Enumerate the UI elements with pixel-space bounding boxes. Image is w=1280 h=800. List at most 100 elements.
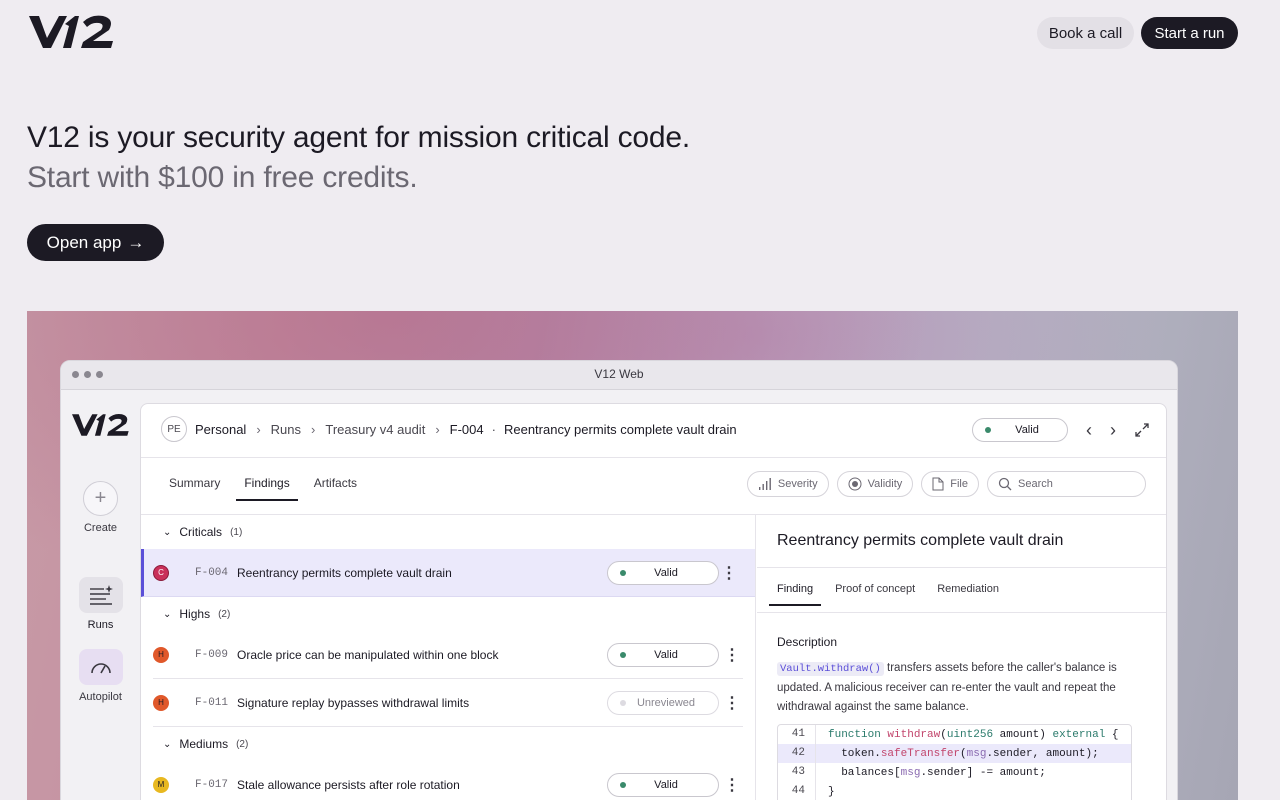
rail-runs[interactable]: Runs: [61, 577, 140, 631]
table-row[interactable]: M F-017 Stale allowance persists after r…: [153, 761, 743, 800]
app-window: V12 Web + Create Runs Autopilot PE Perso…: [60, 360, 1178, 800]
detail-tabs: Finding Proof of concept Remediation: [769, 577, 1007, 606]
rail-create[interactable]: + Create: [61, 481, 140, 534]
rail-autopilot[interactable]: Autopilot: [61, 649, 140, 703]
rail-runs-label: Runs: [87, 619, 114, 631]
chevron-right-icon: ›: [435, 421, 440, 437]
file-icon: [932, 477, 944, 491]
side-rail: + Create Runs Autopilot: [61, 390, 140, 800]
severity-badge: M: [153, 776, 169, 793]
description-heading: Description: [777, 635, 838, 649]
chevron-down-icon: ⌄: [163, 738, 172, 750]
finding-title: Stale allowance persists after role rota…: [237, 777, 460, 792]
chevron-down-icon: ⌄: [163, 526, 172, 538]
status-label: Valid: [1015, 424, 1039, 436]
crumb-project[interactable]: Treasury v4 audit: [325, 422, 425, 437]
group-header-mediums[interactable]: ⌄ Mediums (2): [141, 727, 755, 761]
description-text: Vault.withdraw() transfers assets before…: [777, 659, 1137, 717]
findings-list: ⌄ Criticals (1) C F-004 Reentrancy permi…: [141, 515, 756, 800]
more-icon[interactable]: ⋮: [721, 563, 737, 583]
validity-filter[interactable]: Validity: [836, 471, 914, 497]
severity-filter-label: Severity: [777, 478, 818, 490]
crumb-runs[interactable]: Runs: [271, 422, 301, 437]
group-header-highs[interactable]: ⌄ Highs (2): [141, 597, 755, 631]
rail-autopilot-label: Autopilot: [79, 691, 122, 703]
main-panel: PE Personal › Runs › Treasury v4 audit ›…: [140, 403, 1167, 800]
v12-logo[interactable]: [29, 14, 115, 50]
finding-detail: Reentrancy permits complete vault drain …: [757, 515, 1166, 800]
severity-badge: H: [153, 646, 169, 663]
group-label: Criticals: [179, 525, 223, 539]
table-row[interactable]: H F-009 Oracle price can be manipulated …: [153, 631, 743, 679]
tab-proof-of-concept[interactable]: Proof of concept: [827, 577, 923, 606]
detail-title: Reentrancy permits complete vault drain: [777, 532, 1064, 549]
code-line: 44}: [778, 782, 1131, 800]
row-status[interactable]: Unreviewed: [607, 690, 719, 715]
row-status-label: Valid: [654, 778, 678, 791]
tab-findings[interactable]: Findings: [236, 470, 298, 501]
chevron-right-icon[interactable]: ›: [1110, 420, 1116, 441]
crumb-finding-id: F-004: [449, 421, 484, 437]
detail-tabs-divider: [757, 612, 1166, 613]
gauge-icon: [78, 649, 123, 685]
plus-icon: +: [83, 481, 118, 516]
expand-icon[interactable]: [1134, 422, 1150, 438]
open-app-button[interactable]: Open app →: [27, 224, 164, 261]
search-placeholder: Search: [1018, 478, 1053, 490]
start-run-button[interactable]: Start a run: [1141, 17, 1238, 49]
tab-remediation[interactable]: Remediation: [929, 577, 1007, 606]
finding-title: Reentrancy permits complete vault drain: [237, 565, 452, 580]
top-nav: Book a call Start a run: [0, 0, 1280, 66]
group-count: (1): [230, 526, 243, 538]
code-line-highlighted: 42 token.safeTransfer(msg.sender, amount…: [778, 744, 1131, 763]
finding-id: F-011: [195, 696, 229, 709]
row-status-label: Unreviewed: [636, 696, 696, 709]
header-actions: Valid ‹ ›: [972, 418, 1150, 442]
table-row[interactable]: H F-011 Signature replay bypasses withdr…: [153, 679, 743, 727]
row-status-label: Valid: [654, 566, 678, 579]
row-status[interactable]: Valid: [607, 772, 719, 797]
tab-finding[interactable]: Finding: [769, 577, 822, 606]
more-icon[interactable]: ⋮: [724, 693, 740, 713]
tab-artifacts[interactable]: Artifacts: [306, 470, 365, 501]
crumb-workspace[interactable]: Personal: [195, 422, 246, 437]
severity-filter[interactable]: Severity: [746, 471, 829, 497]
row-status[interactable]: Valid: [607, 642, 719, 667]
v12-logo-small[interactable]: [72, 412, 130, 438]
crumb-finding-title: Reentrancy permits complete vault drain: [503, 421, 737, 437]
crumb-separator: ·: [491, 421, 496, 437]
search-input[interactable]: Search: [987, 471, 1146, 497]
line-number: 41: [778, 725, 816, 744]
more-icon[interactable]: ⋮: [724, 775, 740, 795]
window-titlebar: V12 Web: [61, 361, 1177, 390]
code-text: balances[msg.sender] -= amount;: [828, 766, 1046, 779]
code-text: function withdraw(uint256 amount) extern…: [828, 728, 1119, 741]
file-filter[interactable]: File: [921, 471, 979, 497]
status-dropdown[interactable]: Valid: [972, 418, 1068, 442]
chevron-left-icon[interactable]: ‹: [1086, 420, 1092, 441]
group-label: Mediums: [179, 737, 229, 751]
line-number: 44: [778, 782, 816, 800]
group-header-criticals[interactable]: ⌄ Criticals (1): [141, 515, 755, 549]
row-status[interactable]: Valid: [607, 560, 719, 585]
book-call-button[interactable]: Book a call: [1037, 17, 1134, 49]
group-count: (2): [236, 738, 249, 750]
severity-badge: H: [153, 694, 169, 711]
line-number: 43: [778, 763, 816, 782]
avatar[interactable]: PE: [161, 416, 187, 442]
table-row[interactable]: C F-004 Reentrancy permits complete vaul…: [141, 549, 755, 597]
line-number: 42: [778, 744, 816, 763]
runs-icon: [78, 577, 123, 613]
product-showcase: V12 Web + Create Runs Autopilot PE Perso…: [27, 311, 1238, 800]
code-reference: Vault.withdraw(): [777, 662, 884, 676]
finding-id: F-009: [195, 648, 229, 661]
severity-badge: C: [153, 564, 169, 581]
status-dot: [985, 427, 991, 433]
more-icon[interactable]: ⋮: [724, 645, 740, 665]
breadcrumb: PE Personal › Runs › Treasury v4 audit ›…: [161, 416, 737, 442]
search-icon: [998, 477, 1012, 491]
validity-filter-label: Validity: [867, 478, 903, 490]
row-status-label: Valid: [654, 648, 678, 661]
tab-summary[interactable]: Summary: [161, 470, 228, 501]
open-app-label: Open app: [46, 232, 122, 252]
